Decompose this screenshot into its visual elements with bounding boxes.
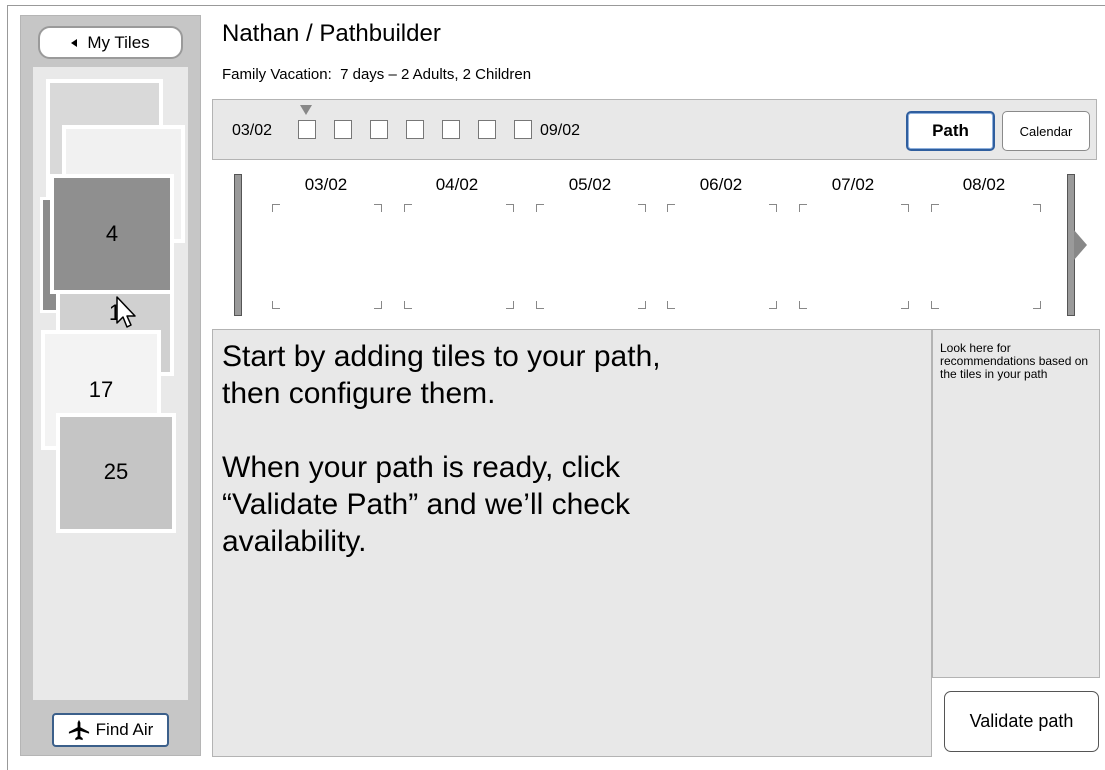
timeline-day-label-1: 03/02 <box>304 175 348 194</box>
timeline-slot-5-corner <box>799 204 807 212</box>
timeline-day-label-3: 05/02 <box>568 175 612 194</box>
timeline-slot-6-corner <box>1033 204 1041 212</box>
mouse-cursor-icon <box>116 296 136 328</box>
timeline-next-arrow-icon[interactable] <box>1074 230 1087 260</box>
day-box-1[interactable] <box>298 120 316 139</box>
day-box-3[interactable] <box>370 120 388 139</box>
timeline-slot-6-corner <box>931 204 939 212</box>
timeline-slot-3-corner <box>536 301 544 309</box>
my-tiles-button[interactable]: My Tiles <box>38 26 183 59</box>
timeline-day-label-6: 08/02 <box>962 175 1006 194</box>
date-strip-end: 09/02 <box>540 122 581 139</box>
path-view-button[interactable]: Path <box>906 111 995 151</box>
timeline-slot-4-corner <box>769 301 777 309</box>
timeline-slot-1-corner <box>272 301 280 309</box>
instruction-line-4: “Validate Path” and we’ll check <box>222 488 630 521</box>
back-arrow-icon <box>71 38 78 47</box>
timeline-slot-2-corner <box>506 204 514 212</box>
timeline-slot-6-corner <box>931 301 939 309</box>
page-title: Nathan / Pathbuilder <box>222 20 441 47</box>
timeline-day-label-5: 07/02 <box>831 175 875 194</box>
recommendations-panel <box>932 329 1100 678</box>
timeline-day-label-4: 06/02 <box>699 175 743 194</box>
timeline-day-label-2: 04/02 <box>435 175 479 194</box>
timeline-slot-1-corner <box>374 204 382 212</box>
airplane-icon <box>68 719 89 741</box>
timeline-slot-4-corner <box>667 204 675 212</box>
find-air-label: Find Air <box>95 720 154 739</box>
tile-17-label: 17 <box>88 377 114 402</box>
timeline-slot-1-corner <box>272 204 280 212</box>
date-strip-start: 03/02 <box>232 122 273 139</box>
current-day-marker-icon <box>300 105 312 115</box>
tile-4-label: 4 <box>105 221 119 246</box>
frame-left-line <box>7 5 8 770</box>
frame-top-line <box>7 5 1105 6</box>
tile-4[interactable]: 4 <box>50 174 174 294</box>
timeline-slot-4-corner <box>667 301 675 309</box>
instruction-line-5: availability. <box>222 525 367 558</box>
timeline-slot-5-corner <box>901 204 909 212</box>
day-box-7[interactable] <box>514 120 532 139</box>
tile-25-label: 25 <box>103 459 129 484</box>
validate-path-button[interactable]: Validate path <box>944 691 1099 752</box>
instruction-spacer <box>222 412 922 449</box>
timeline-slot-5-corner <box>799 301 807 309</box>
timeline-slot-2-corner <box>404 301 412 309</box>
timeline-slot-1-corner <box>374 301 382 309</box>
recommendations-text: Look here for recommendations based on t… <box>940 341 1089 381</box>
timeline-slot-4-corner <box>769 204 777 212</box>
workspace-instructions: Start by adding tiles to your path, then… <box>222 338 922 560</box>
instruction-line-2: then configure them. <box>222 377 496 410</box>
instruction-line-3: When your path is ready, click <box>222 451 620 484</box>
timeline-left-scroll-handle[interactable] <box>234 174 242 316</box>
timeline-slot-3-corner <box>638 301 646 309</box>
timeline-slot-2-corner <box>506 301 514 309</box>
day-box-6[interactable] <box>478 120 496 139</box>
day-box-4[interactable] <box>406 120 424 139</box>
timeline-slot-5-corner <box>901 301 909 309</box>
my-tiles-label: My Tiles <box>87 32 150 52</box>
calendar-view-button[interactable]: Calendar <box>1002 111 1090 151</box>
timeline-slot-2-corner <box>404 204 412 212</box>
instruction-line-1: Start by adding tiles to your path, <box>222 340 661 373</box>
trip-summary: Family Vacation: 7 days – 2 Adults, 2 Ch… <box>222 66 532 83</box>
day-box-5[interactable] <box>442 120 460 139</box>
timeline-slot-3-corner <box>638 204 646 212</box>
timeline-slot-6-corner <box>1033 301 1041 309</box>
timeline-slot-3-corner <box>536 204 544 212</box>
day-box-2[interactable] <box>334 120 352 139</box>
find-air-button[interactable]: Find Air <box>52 713 169 747</box>
tile-25[interactable]: 25 <box>56 413 176 533</box>
